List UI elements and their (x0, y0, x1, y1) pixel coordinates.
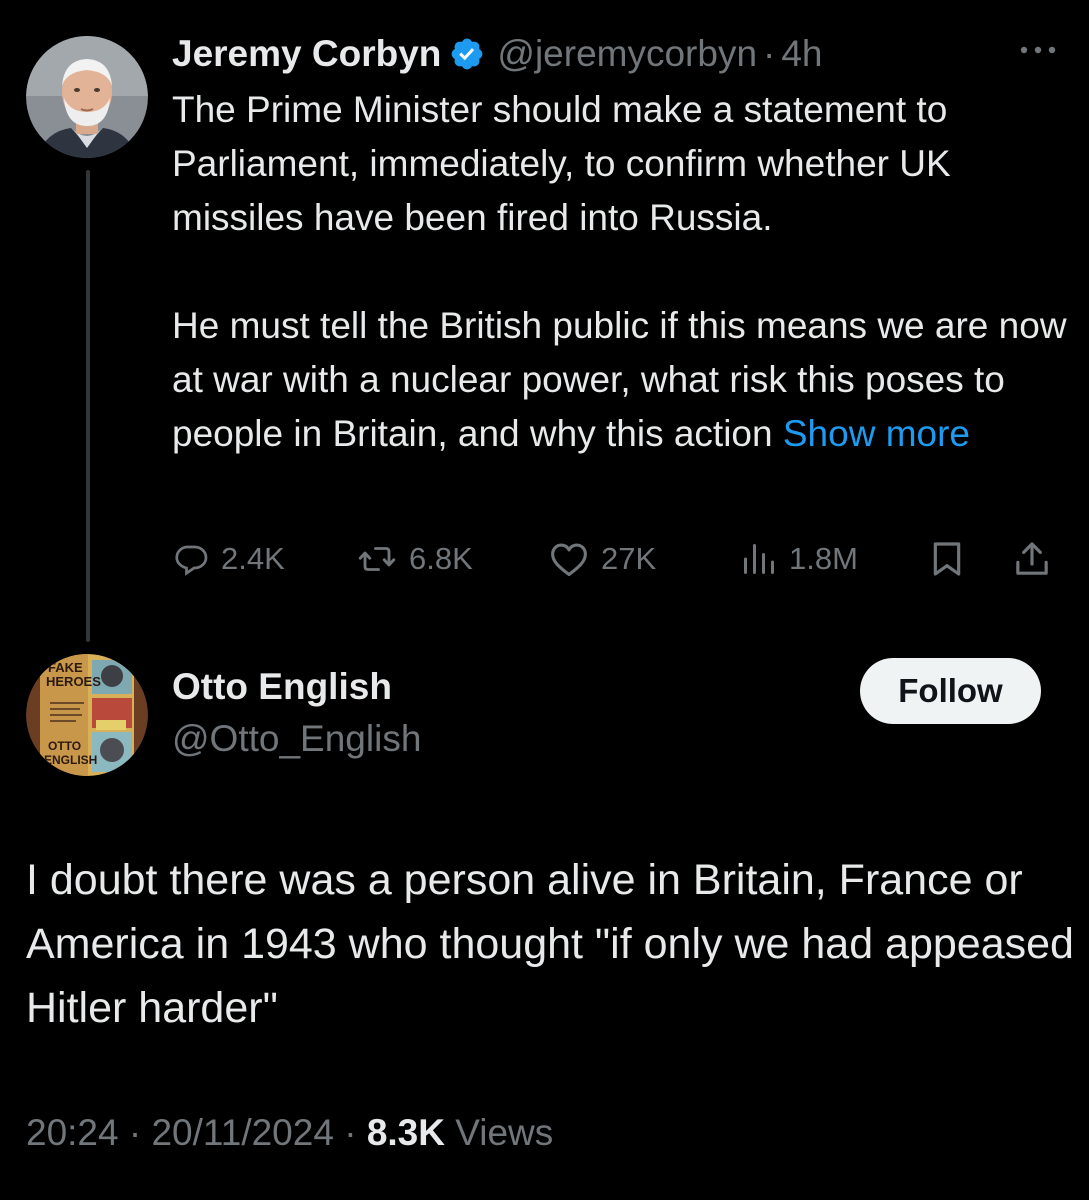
avatar-book-cover: FAKE HEROES OTTO ENGLISH (26, 654, 148, 776)
header-separator: · (763, 33, 776, 74)
reply-count: 2.4K (221, 541, 285, 576)
tweet-paragraph: The Prime Minister should make a stateme… (172, 89, 951, 238)
show-more-link[interactable]: Show more (783, 413, 970, 454)
share-icon (1016, 542, 1048, 575)
tweet-body: I doubt there was a person alive in Brit… (26, 856, 1074, 1032)
retweet-icon (358, 547, 396, 571)
reply-button[interactable]: 2.4K (173, 534, 285, 584)
book-author-line: OTTO (48, 739, 81, 753)
meta-separator: · (128, 1112, 142, 1153)
tweet-header: Jeremy Corbyn @jeremycorbyn · 4h (172, 28, 823, 80)
tweet-date[interactable]: 20/11/2024 (151, 1112, 333, 1153)
avatar-photo-jeremy-corbyn (26, 36, 148, 158)
book-title-line: FAKE (48, 660, 83, 675)
like-count: 27K (601, 541, 657, 576)
author-handle[interactable]: @Otto_English (172, 718, 421, 760)
author-handle[interactable]: @jeremycorbyn (497, 33, 757, 75)
views-chart-icon (744, 544, 774, 574)
tweet-action-bar: 2.4K 6.8K 27K 1.8M (0, 534, 1089, 584)
retweet-count: 6.8K (409, 541, 473, 576)
avatar[interactable]: FAKE HEROES OTTO ENGLISH (26, 654, 148, 776)
avatar[interactable] (26, 36, 148, 158)
more-options-icon[interactable] (1016, 40, 1060, 60)
reply-icon (175, 545, 208, 576)
heart-icon (551, 543, 587, 577)
views-button[interactable]: 1.8M (741, 534, 858, 584)
views-count: 8.3K (366, 1112, 445, 1153)
tweet-timestamp[interactable]: 20:24 (26, 1112, 119, 1153)
book-title-line: HEROES (46, 674, 101, 689)
author-name[interactable]: Otto English (172, 666, 392, 708)
follow-button[interactable]: Follow (860, 658, 1041, 724)
like-button[interactable]: 27K (549, 534, 656, 584)
meta-separator: · (344, 1112, 357, 1153)
views-count: 1.8M (789, 541, 858, 576)
tweet-body: The Prime Minister should make a stateme… (172, 83, 1072, 461)
tweet-meta: 20:24 · 20/11/2024 · 8.3K Views (26, 1112, 553, 1154)
book-author-line: ENGLISH (44, 753, 97, 767)
author-name[interactable]: Jeremy Corbyn (172, 33, 441, 75)
tweet-time[interactable]: 4h (781, 33, 822, 75)
share-button[interactable] (1012, 534, 1052, 584)
verified-badge-icon (449, 36, 485, 72)
tweet-paragraph: He must tell the British public if this … (172, 299, 1072, 461)
bookmark-button[interactable] (927, 534, 967, 584)
bookmark-icon (933, 542, 961, 576)
views-label: Views (455, 1112, 554, 1153)
retweet-button[interactable]: 6.8K (357, 534, 473, 584)
